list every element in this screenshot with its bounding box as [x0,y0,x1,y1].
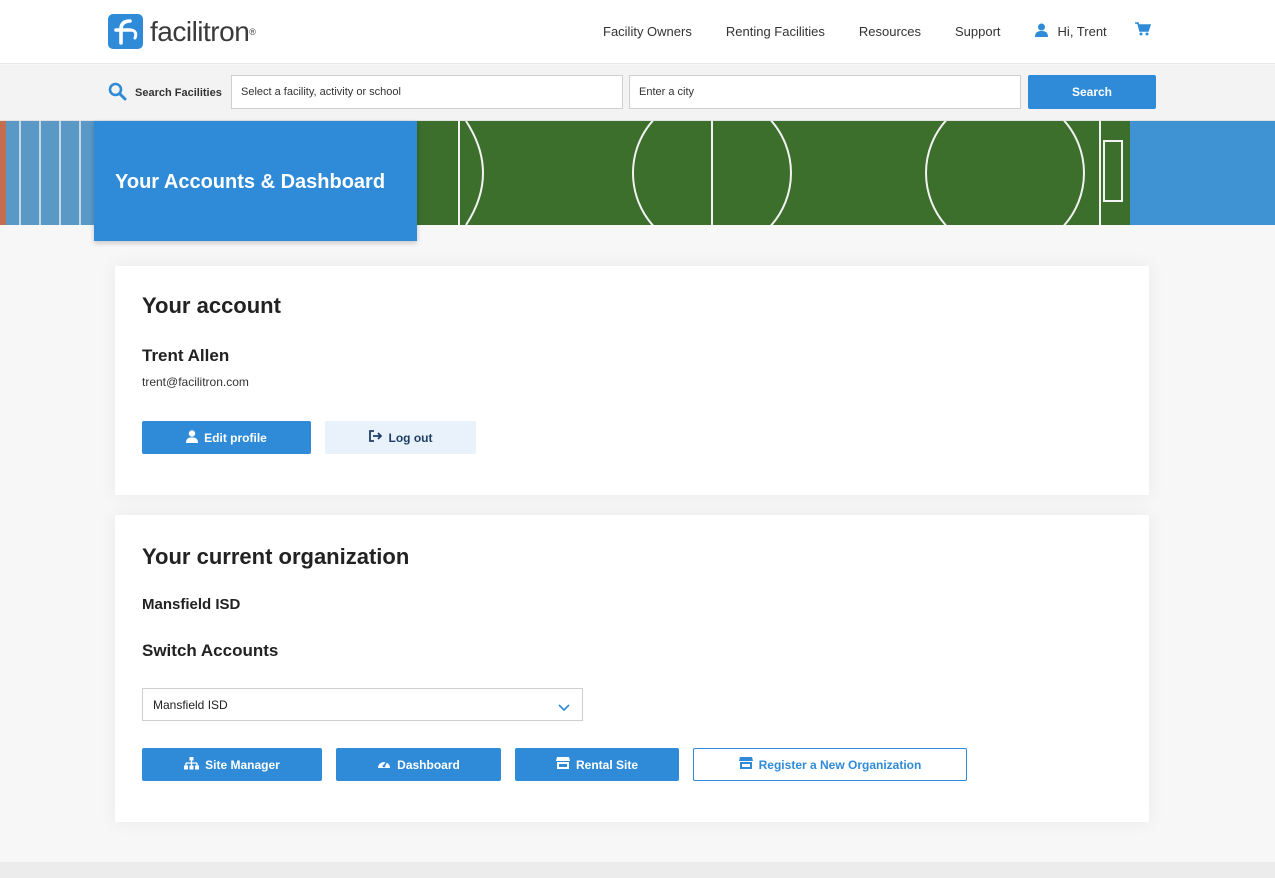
nav-link-support[interactable]: Support [955,24,1001,39]
hero-title-panel: Your Accounts & Dashboard [94,121,417,241]
dashboard-gauge-icon [377,757,391,772]
user-email: trent@facilitron.com [142,375,249,389]
switch-accounts-title: Switch Accounts [142,641,279,660]
edit-profile-button[interactable]: Edit profile [142,421,311,454]
facilitron-logo[interactable]: facilitron ® [108,14,256,49]
nav-link-renting-facilities[interactable]: Renting Facilities [726,24,825,39]
city-search-input[interactable] [629,75,1021,109]
nav-link-facility-owners[interactable]: Facility Owners [603,24,692,39]
user-menu[interactable]: Hi, Trent [1034,23,1107,40]
chevron-down-icon [558,699,570,717]
court-area [1130,121,1275,225]
user-icon [186,429,199,446]
account-section-title: Your account [142,293,281,318]
search-label-text: Search Facilities [135,87,222,99]
page-title: Your Accounts & Dashboard [115,171,386,193]
current-organization-name: Mansfield ISD [142,596,241,613]
facilitron-logo-icon [108,14,143,49]
logout-label: Log out [388,430,433,445]
user-full-name: Trent Allen [142,346,230,365]
selected-account: Mansfield ISD [153,698,228,712]
sitemap-icon [184,756,200,773]
store-icon [555,757,570,772]
register-organization-button[interactable]: Register a New Organization [693,748,967,781]
footer-band [0,862,1275,878]
cart-button[interactable] [1134,22,1151,41]
top-navigation: facilitron ® Facility Owners Renting Faci… [0,0,1275,64]
edit-profile-label: Edit profile [204,430,267,445]
brand-name: facilitron [150,15,250,47]
main-nav: Facility Owners Renting Facilities Resou… [603,22,1151,41]
search-icon [108,82,127,104]
dashboard-button[interactable]: Dashboard [336,748,501,781]
account-card: Your account Trent Allen trent@facilitro… [115,266,1149,495]
nav-link-resources[interactable]: Resources [859,24,921,39]
site-manager-label: Site Manager [205,757,280,772]
search-button[interactable]: Search [1028,75,1156,109]
search-label: Search Facilities [108,82,222,104]
dashboard-label: Dashboard [397,757,460,772]
site-manager-button[interactable]: Site Manager [142,748,322,781]
cart-icon [1134,22,1151,40]
user-greeting: Hi, Trent [1057,24,1107,39]
switch-accounts-select[interactable]: Mansfield ISD [142,688,583,721]
user-icon [1034,23,1048,40]
sign-out-icon [368,430,383,445]
organization-section-title: Your current organization [142,544,410,569]
brand-reg-mark: ® [249,26,256,37]
rental-site-button[interactable]: Rental Site [515,748,679,781]
store-icon [738,757,753,772]
register-organization-label: Register a New Organization [758,757,922,772]
organization-card: Your current organization Mansfield ISD … [115,515,1149,822]
logout-button[interactable]: Log out [325,421,476,454]
rental-site-label: Rental Site [575,757,638,772]
facility-search-input[interactable] [231,75,623,109]
search-bar: Search Facilities Search [0,65,1275,121]
